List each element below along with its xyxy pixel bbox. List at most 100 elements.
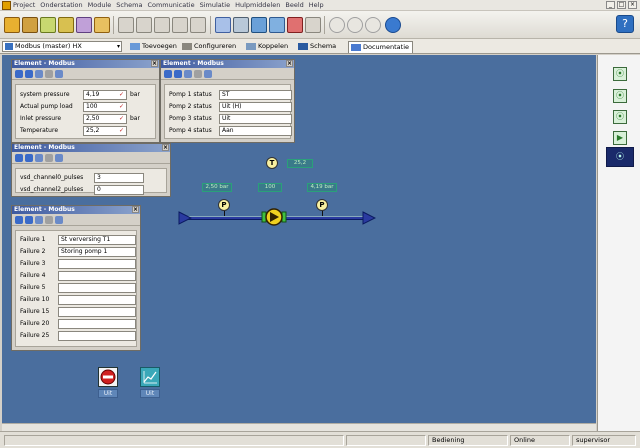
window-body: Pomp 1 status ST Pomp 2 status Uit (H) P…: [164, 84, 294, 139]
document-icon[interactable]: [35, 70, 43, 78]
close-icon[interactable]: ×: [286, 60, 293, 67]
gear-icon[interactable]: [15, 216, 23, 224]
outlet-pressure-sensor-icon[interactable]: P: [316, 199, 328, 211]
maximize-button[interactable]: □: [617, 1, 626, 9]
element-window-vsd-pulses[interactable]: Element - Modbus × vsd_channel0_pulses 3…: [11, 143, 171, 197]
minimize-button[interactable]: _: [606, 1, 615, 9]
module-select-value: Modbus (master) HX: [15, 42, 82, 50]
print-icon[interactable]: [45, 216, 53, 224]
document-icon[interactable]: [35, 154, 43, 162]
forward-icon[interactable]: [347, 17, 363, 33]
print-icon[interactable]: [194, 70, 202, 78]
stop-caption: Uit: [98, 389, 118, 398]
tab-documentatie[interactable]: Documentatie: [348, 41, 414, 53]
menu-simulatie[interactable]: Simulatie: [200, 1, 231, 9]
status-cell-empty: [4, 435, 344, 446]
outlet-arrow-icon: [362, 211, 376, 225]
window-title[interactable]: Element - Modbus ×: [12, 206, 140, 214]
close-icon[interactable]: ×: [151, 60, 158, 67]
cut-icon[interactable]: [118, 17, 134, 33]
export-icon[interactable]: [55, 154, 63, 162]
trend-button[interactable]: [140, 367, 160, 387]
element-window-failures[interactable]: Element - Modbus × Failure 1 St verversi…: [11, 205, 141, 351]
window-title[interactable]: Element - Modbus ×: [12, 144, 170, 152]
chevron-down-icon[interactable]: ▾: [117, 42, 120, 51]
element-window-pump-status[interactable]: Element - Modbus × Pomp 1 status ST Pomp…: [160, 59, 295, 143]
close-icon[interactable]: ×: [132, 206, 139, 213]
row-label: vsd_channel0_pulses: [20, 174, 84, 181]
menu-onderstation[interactable]: Onderstation: [40, 1, 82, 9]
copy-icon[interactable]: [136, 17, 152, 33]
help-icon[interactable]: [25, 154, 33, 162]
zoom-icon[interactable]: [215, 17, 231, 33]
status-cell-empty: [346, 435, 426, 446]
window-title[interactable]: Element - Modbus ×: [161, 60, 294, 68]
print-icon[interactable]: [45, 70, 53, 78]
row-value: [58, 331, 136, 341]
schema-canvas[interactable]: Element - Modbus × system pressure 4,19 …: [2, 55, 596, 423]
help-button[interactable]: ?: [616, 15, 634, 33]
folder-icon[interactable]: [94, 17, 110, 33]
side-view-button-selected[interactable]: ⦿: [606, 147, 634, 167]
back-icon[interactable]: [329, 17, 345, 33]
refresh-icon[interactable]: [365, 17, 381, 33]
export-icon[interactable]: [204, 70, 212, 78]
temperature-sensor-icon[interactable]: T: [266, 157, 278, 169]
gear-icon[interactable]: [15, 70, 23, 78]
tab-toevoegen[interactable]: Toevoegen: [128, 41, 180, 53]
undo-icon[interactable]: [190, 17, 206, 33]
module-select[interactable]: Modbus (master) HX ▾: [2, 41, 122, 52]
monitor-icon[interactable]: [251, 17, 267, 33]
help-icon[interactable]: [25, 70, 33, 78]
help-icon[interactable]: [174, 70, 182, 78]
delete-icon[interactable]: [172, 17, 188, 33]
window-title[interactable]: Element - Modbus ×: [12, 60, 159, 68]
menu-hulpmiddelen[interactable]: Hulpmiddelen: [235, 1, 280, 9]
open-project-icon[interactable]: [4, 17, 20, 33]
element-window-pressure[interactable]: Element - Modbus × system pressure 4,19 …: [11, 59, 160, 143]
menu-module[interactable]: Module: [88, 1, 112, 9]
side-view-button[interactable]: ⦿: [613, 89, 627, 103]
gear-icon[interactable]: [164, 70, 172, 78]
info-icon[interactable]: [385, 17, 401, 33]
tab-configureren[interactable]: Configureren: [180, 41, 239, 53]
close-icon[interactable]: ×: [162, 144, 169, 151]
tools-icon[interactable]: [76, 17, 92, 33]
document-icon[interactable]: [35, 216, 43, 224]
document-icon[interactable]: [184, 70, 192, 78]
edit-icon[interactable]: [58, 17, 74, 33]
canvas-scroll-strip[interactable]: [2, 423, 596, 431]
connect-icon[interactable]: [287, 17, 303, 33]
export-icon[interactable]: [55, 70, 63, 78]
row-label: Failure 4: [20, 272, 46, 279]
check-icon: ✓: [119, 127, 125, 134]
inlet-pressure-sensor-icon[interactable]: P: [218, 199, 230, 211]
export-icon[interactable]: [55, 216, 63, 224]
outlet-pipe: [284, 216, 366, 220]
side-view-button[interactable]: ⦿: [613, 110, 627, 124]
network-icon[interactable]: [269, 17, 285, 33]
side-play-button[interactable]: ▶: [613, 131, 627, 145]
menu-schema[interactable]: Schema: [116, 1, 142, 9]
check-icon[interactable]: [40, 17, 56, 33]
menu-beeld[interactable]: Beeld: [285, 1, 303, 9]
row-pomp-2-status: Pomp 2 status Uit (H): [169, 102, 294, 112]
print-icon[interactable]: [45, 154, 53, 162]
menu-help[interactable]: Help: [309, 1, 324, 9]
save-icon[interactable]: [22, 17, 38, 33]
side-view-button[interactable]: ⦿: [613, 67, 627, 81]
stop-button[interactable]: [98, 367, 118, 387]
menu-project[interactable]: Project: [13, 1, 35, 9]
menu-communicatie[interactable]: Communicatie: [147, 1, 194, 9]
print-icon[interactable]: [233, 17, 249, 33]
pump-icon[interactable]: [261, 206, 287, 228]
paste-icon[interactable]: [154, 17, 170, 33]
gear-icon[interactable]: [15, 154, 23, 162]
tab-schema[interactable]: Schema: [296, 41, 339, 53]
row-label: Inlet pressure: [20, 115, 62, 122]
tab-koppelen[interactable]: Koppelen: [244, 41, 291, 53]
settings-icon[interactable]: [305, 17, 321, 33]
help-icon[interactable]: [25, 216, 33, 224]
close-button[interactable]: ×: [628, 1, 637, 9]
row-label: Failure 3: [20, 260, 46, 267]
